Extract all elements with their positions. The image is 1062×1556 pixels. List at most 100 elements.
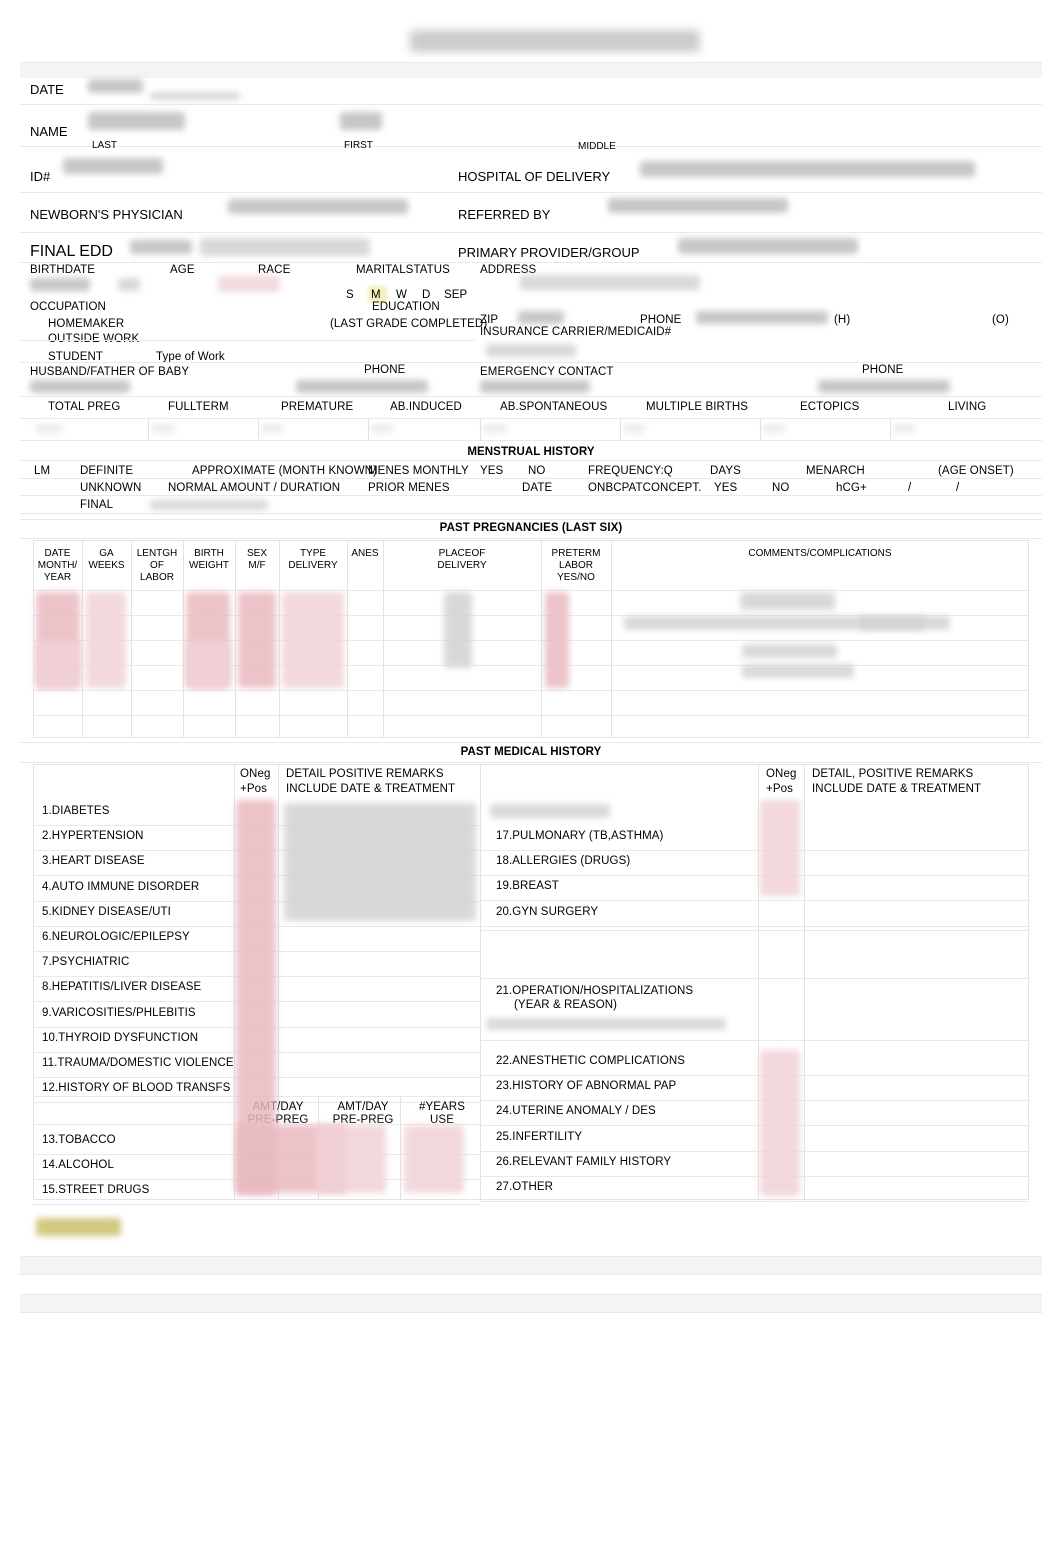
rule-under-date [20,104,1042,105]
lm-label: LM [34,465,51,477]
mh-days: DAYS [710,465,741,477]
preg-count-header-4: AB.SPONTANEOUS [500,401,608,413]
newborn-physician-redaction [228,199,408,214]
education-sub-label: (LAST GRADE COMPLETED) [330,318,488,330]
rule-under-name [20,146,1042,147]
footer-rule-4 [20,1312,1042,1313]
past-medical-history-title: PAST MEDICAL HISTORY [460,746,602,758]
preg-count-header-1: FULLTERM [168,401,229,413]
husband-phone-redaction [296,380,428,393]
pmh-substance-item-13[interactable]: 13.TOBACCO [42,1134,116,1147]
pmh-right-item-27[interactable]: 27.OTHER [496,1181,553,1194]
pmh-substance-item-15[interactable]: 15.STREET DRUGS [42,1184,149,1197]
husband-value-redaction [30,380,130,393]
rule-pp-above-title [20,519,1042,520]
rule-mh-top [20,460,1042,461]
preg-count-value-redaction-6 [763,424,785,433]
pmh-left-item-5[interactable]: 5.KIDNEY DISEASE/UTI [42,906,171,919]
pmh-left-item-3[interactable]: 3.HEART DISEASE [42,855,145,868]
pmh-right-item-19[interactable]: 19.BREAST [496,880,559,893]
footer-band-2 [20,1294,1042,1312]
mh-yes-1[interactable]: YES [480,465,503,478]
pmh-left-item-4[interactable]: 4.AUTO IMMUNE DISORDER [42,881,199,894]
preg-count-divider-1 [148,418,149,440]
hospital-value-redaction [640,161,975,177]
final-edd-label: FINAL EDD [30,243,113,260]
mh-definite[interactable]: DEFINITE [80,465,133,478]
preg-count-value-redaction-0 [36,424,62,433]
pmh-substance-divider-3 [480,1096,481,1200]
phone-home-suffix: (H) [834,314,851,326]
pmh-left-item-2[interactable]: 2.HYPERTENSION [42,830,144,843]
birthdate-label: BIRTHDATE [30,264,96,276]
pmh-right-item-rule-18 [480,875,1029,876]
pmh-right-item-18[interactable]: 18.ALLERGIES (DRUGS) [496,855,630,868]
mh-age-onset: (AGE ONSET) [938,465,1014,477]
mh-hcg: hCG+ [836,482,867,494]
footer-highlight-band [20,1210,1042,1244]
preg-count-divider-5 [620,418,621,440]
mh-yes-2[interactable]: YES [714,482,737,495]
footer-rule-3 [20,1294,1042,1295]
pmh-left-item-8[interactable]: 8.HEPATITIS/LIVER DISEASE [42,981,201,994]
preg-count-header-6: ECTOPICS [800,401,860,413]
age-value-redaction [118,278,140,291]
pmh-right-oneg-column-redaction-1 [760,800,800,896]
pmh-left-item-11[interactable]: 11.TRAUMA/DOMESTIC VIOLENCE [42,1057,234,1070]
pmh-right-item-rule-22 [480,1075,1029,1076]
pmh-left-item-12[interactable]: 12.HISTORY OF BLOOD TRANSFS [42,1082,230,1095]
pmh-right-item-20[interactable]: 20.GYN SURGERY [496,906,598,919]
phone-value-redaction [696,311,828,324]
marital-option-s[interactable]: S [346,289,354,302]
preg-count-value-redaction-1 [151,424,175,433]
date-label: DATE [30,82,64,97]
mh-menarch: MENARCH [806,465,865,477]
footer-rule-2 [20,1274,1042,1275]
marital-option-d[interactable]: D [422,289,430,302]
pmh-right-blank-rule [480,930,1029,931]
pmh-right-item-24[interactable]: 24.UTERINE ANOMALY / DES [496,1105,656,1118]
antepartum-record-page: ANTEPARTUM RECORD DATE NAME LAST FIRST M… [0,0,1062,1556]
marital-option-w[interactable]: W [396,289,407,302]
pmh-right-item-17[interactable]: 17.PULMONARY (TB,ASTHMA) [496,830,663,843]
preg-count-header-0: TOTAL PREG [48,401,121,413]
mh-menes-monthly: MENES MONTHLY [368,465,469,477]
pmh-right-oneg-divider [758,764,759,1200]
mh-approximate[interactable]: APPROXIMATE (MONTH KNOWN) [192,465,377,478]
pmh-left-item-7[interactable]: 7.PSYCHIATRIC [42,956,129,969]
referred-by-label: REFERRED BY [458,207,551,222]
husband-label: HUSBAND/FATHER OF BABY [30,366,190,378]
date-value-redaction-2 [150,92,240,100]
husband-phone-label: PHONE [364,364,406,376]
name-label: NAME [30,124,68,139]
rule-preg-counts-top [20,418,1042,419]
mh-unknown[interactable]: UNKNOWN [80,482,141,495]
menstrual-history-title: MENSTRUAL HISTORY [467,446,595,458]
pmh-left-item-1[interactable]: 1.DIABETES [42,805,109,818]
pmh-left-item-9[interactable]: 9.VARICOSITIES/PHLEBITIS [42,1007,196,1020]
final-edd-redaction-2 [200,238,370,256]
preg-count-header-3: AB.INDUCED [390,401,462,413]
marital-option-m[interactable]: M [371,289,381,302]
marital-option-sep[interactable]: SEP [444,289,467,302]
pmh-substance-item-14[interactable]: 14.ALCOHOL [42,1159,114,1172]
race-label: RACE [258,264,291,276]
pmh-right-item-25[interactable]: 25.INFERTILITY [496,1131,582,1144]
pmh-right-item-22[interactable]: 22.ANESTHETIC COMPLICATIONS [496,1055,685,1068]
pmh-right-item-23[interactable]: 23.HISTORY OF ABNORMAL PAP [496,1080,676,1093]
pmh-left-item-6[interactable]: 6.NEUROLOGIC/EPILEPSY [42,931,190,944]
rule-mh-bottom [20,513,1042,514]
mh-no-1[interactable]: NO [528,465,545,478]
birthdate-value-redaction [30,278,90,291]
mh-final[interactable]: FINAL [80,499,113,512]
pmh-left-item-10[interactable]: 10.THYROID DYSFUNCTION [42,1032,198,1045]
marital-status-label: MARITALSTATUS [356,264,450,276]
mh-slash-2: / [956,482,960,494]
mh-normal-amount[interactable]: NORMAL AMOUNT / DURATION [168,482,340,495]
mh-no-2[interactable]: NO [772,482,789,495]
occupation-option-homemaker[interactable]: HOMEMAKER [48,318,124,331]
pmh-right-item-21[interactable]: 21.OPERATION/HOSPITALIZATIONS (YEAR & REA… [496,984,693,1012]
rule-occupation [20,340,475,341]
pmh-right-item-26[interactable]: 26.RELEVANT FAMILY HISTORY [496,1156,671,1169]
rule-mh-mid2 [20,495,1042,496]
